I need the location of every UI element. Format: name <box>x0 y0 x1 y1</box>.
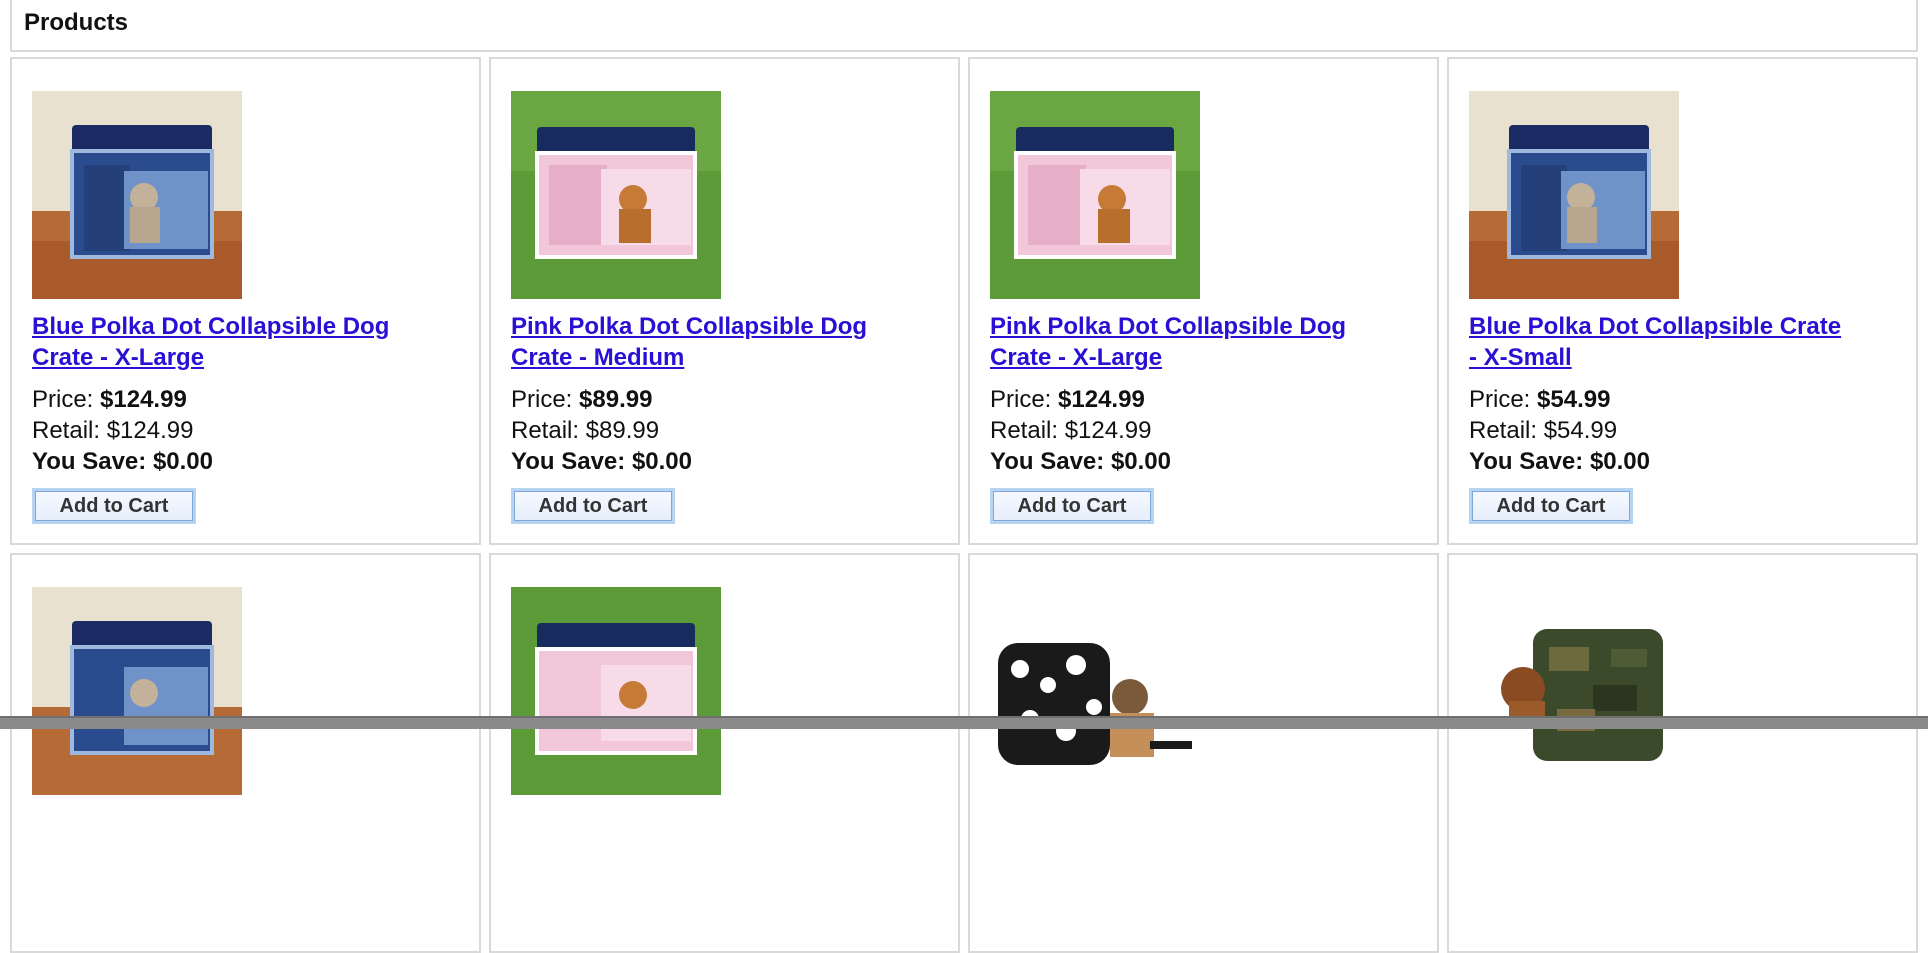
product-title-link[interactable]: Pink Polka Dot Collapsible Dog Crate - X… <box>990 311 1410 373</box>
retail-row: Retail: $54.99 <box>1469 417 1618 444</box>
product-title-line1[interactable]: Pink Polka Dot Collapsible Dog <box>990 311 1410 342</box>
camo-carrier-icon <box>1469 587 1679 795</box>
product-card <box>968 553 1439 953</box>
product-card <box>1447 553 1918 953</box>
product-title-link[interactable]: Blue Polka Dot Collapsible Crate - X-Sma… <box>1469 311 1889 373</box>
product-title-line1[interactable]: Blue Polka Dot Collapsible Dog <box>32 311 452 342</box>
retail-row: Retail: $89.99 <box>511 417 660 444</box>
product-image-pink-crate[interactable] <box>511 91 721 299</box>
product-title-line1[interactable]: Pink Polka Dot Collapsible Dog <box>511 311 931 342</box>
you-save-row: You Save: $0.00 <box>32 448 213 475</box>
retail-row: Retail: $124.99 <box>32 417 194 444</box>
product-title-link[interactable]: Blue Polka Dot Collapsible Dog Crate - X… <box>32 311 452 373</box>
add-to-cart-button[interactable]: Add to Cart <box>511 488 675 524</box>
product-title-line2[interactable]: Crate - X-Large <box>32 342 452 373</box>
products-page: Products Blue Polka Dot Collapsible Dog … <box>0 0 1928 953</box>
blue-crate-image-icon <box>32 587 242 795</box>
product-card: Blue Polka Dot Collapsible Dog Crate - X… <box>10 57 481 545</box>
pink-crate-image-icon <box>511 91 721 299</box>
product-card: Pink Polka Dot Collapsible Dog Crate - X… <box>968 57 1439 545</box>
product-card <box>10 553 481 953</box>
you-save-row: You Save: $0.00 <box>511 448 692 475</box>
pink-crate-image-icon <box>990 91 1200 299</box>
products-title: Products <box>24 9 129 36</box>
product-image-blue-crate[interactable] <box>32 91 242 299</box>
blue-crate-image-icon <box>1469 91 1679 299</box>
product-title-line2[interactable]: Crate - X-Large <box>990 342 1410 373</box>
product-title-line2[interactable]: - X-Small <box>1469 342 1889 373</box>
add-to-cart-button[interactable]: Add to Cart <box>990 488 1154 524</box>
product-title-line1[interactable]: Blue Polka Dot Collapsible Crate <box>1469 311 1889 342</box>
animal-print-carrier-icon <box>990 587 1200 795</box>
add-to-cart-button[interactable]: Add to Cart <box>32 488 196 524</box>
you-save-row: You Save: $0.00 <box>1469 448 1650 475</box>
product-title-line2[interactable]: Crate - Medium <box>511 342 931 373</box>
price-block: Price: $124.99 Retail: $124.99 You Save:… <box>990 384 1171 477</box>
price-row: Price: $124.99 <box>990 386 1145 413</box>
product-title-link[interactable]: Pink Polka Dot Collapsible Dog Crate - M… <box>511 311 931 373</box>
price-row: Price: $124.99 <box>32 386 187 413</box>
price-block: Price: $54.99 Retail: $54.99 You Save: $… <box>1469 384 1650 477</box>
retail-row: Retail: $124.99 <box>990 417 1152 444</box>
you-save-row: You Save: $0.00 <box>990 448 1171 475</box>
price-row: Price: $54.99 <box>1469 386 1611 413</box>
product-image-blue-crate[interactable] <box>32 587 242 795</box>
products-header: Products <box>10 0 1918 52</box>
product-image-pink-crate[interactable] <box>990 91 1200 299</box>
pink-crate-image-icon <box>511 587 721 795</box>
product-grid: Blue Polka Dot Collapsible Dog Crate - X… <box>10 57 1918 953</box>
product-image-pink-crate[interactable] <box>511 587 721 795</box>
product-image-animal-print-carrier[interactable] <box>990 587 1200 795</box>
add-to-cart-button[interactable]: Add to Cart <box>1469 488 1633 524</box>
bottom-scrollbar[interactable] <box>0 716 1928 729</box>
blue-crate-image-icon <box>32 91 242 299</box>
product-image-camo-carrier[interactable] <box>1469 587 1679 795</box>
price-row: Price: $89.99 <box>511 386 653 413</box>
price-block: Price: $89.99 Retail: $89.99 You Save: $… <box>511 384 692 477</box>
product-card <box>489 553 960 953</box>
product-image-blue-crate[interactable] <box>1469 91 1679 299</box>
price-block: Price: $124.99 Retail: $124.99 You Save:… <box>32 384 213 477</box>
product-card: Blue Polka Dot Collapsible Crate - X-Sma… <box>1447 57 1918 545</box>
product-card: Pink Polka Dot Collapsible Dog Crate - M… <box>489 57 960 545</box>
